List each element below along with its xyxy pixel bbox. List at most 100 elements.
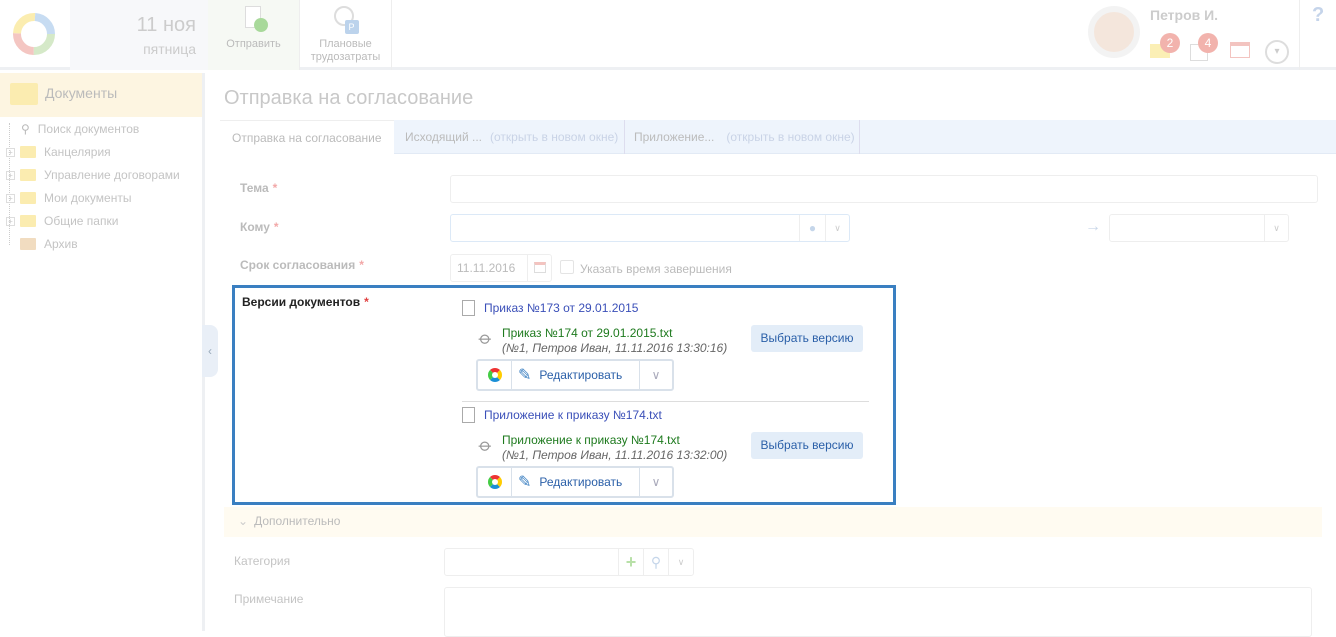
edit-button-group: ✎ Редактировать ∨	[476, 466, 674, 498]
date-day: 11 ноя	[136, 14, 196, 36]
pencil-icon: ✎	[518, 367, 532, 384]
edit-button[interactable]: ✎ Редактировать	[512, 468, 640, 496]
version-meta: (№1, Петров Иван, 11.11.2016 13:30:16)	[502, 341, 728, 355]
search-icon: ⚲	[21, 122, 30, 136]
calendar-icon[interactable]	[1230, 42, 1250, 58]
sidebar-item-label: Поиск документов	[37, 122, 140, 136]
sidebar-item-office[interactable]: + Канцелярия	[6, 142, 111, 162]
open-new-window-link[interactable]: (открыть в новом окне)	[490, 130, 618, 144]
edit-label: Редактировать	[539, 368, 623, 382]
note-textarea[interactable]	[444, 587, 1312, 637]
paperclip-icon: ⌀	[474, 434, 497, 457]
send-document-icon	[240, 6, 268, 34]
sidebar-item-search[interactable]: ⚲ Поиск документов	[6, 119, 139, 139]
chevron-down-icon[interactable]: ∨	[668, 549, 693, 575]
date-panel: 11 ноя пятница	[70, 0, 208, 70]
tab-bar: Отправка на согласование Исходящий ... (о…	[220, 120, 1336, 154]
chevron-down-icon: ⌄	[238, 514, 249, 528]
sidebar-item-label: Мои документы	[44, 191, 132, 205]
folder-icon	[20, 169, 36, 181]
user-name[interactable]: Петров И.	[1150, 7, 1218, 23]
app-logo-icon[interactable]	[0, 0, 70, 70]
sidebar-title: Документы	[45, 85, 118, 101]
expand-icon[interactable]: +	[6, 216, 15, 226]
app-logo-icon[interactable]	[478, 468, 512, 496]
arrow-right-icon: →	[1085, 218, 1101, 235]
redirect-select[interactable]: ∨	[1109, 214, 1289, 242]
document-link[interactable]: Приложение к приказу №174.txt	[484, 408, 662, 422]
edit-button-group: ✎ Редактировать ∨	[476, 359, 674, 391]
tab-send-for-approval[interactable]: Отправка на согласование	[220, 120, 394, 154]
note-label: Примечание	[234, 592, 304, 606]
category-input[interactable]: + ⚲ ∨	[444, 548, 694, 576]
attachment-file-link[interactable]: Приложение к приказу №174.txt	[502, 433, 680, 447]
send-button[interactable]: Отправить	[208, 0, 300, 70]
subject-label: Тема *	[240, 181, 278, 195]
add-icon[interactable]: +	[618, 549, 643, 575]
page-title: Отправка на согласование	[224, 87, 474, 109]
additional-section-toggle[interactable]: ⌄ Дополнительно	[224, 507, 1322, 537]
tab-attachment[interactable]: Приложение... (открыть в новом окне)	[634, 120, 860, 154]
deadline-value: 11.11.2016	[457, 261, 516, 275]
tasks-badge: 4	[1198, 33, 1218, 53]
mail-badge: 2	[1160, 33, 1180, 53]
version-meta: (№1, Петров Иван, 11.11.2016 13:32:00)	[502, 448, 728, 462]
sidebar: Документы ⚲ Поиск документов + Канцелярия …	[0, 73, 205, 631]
to-input[interactable]: ● ∨	[450, 214, 850, 242]
clock-parking-icon: P	[332, 6, 360, 34]
chevron-down-icon[interactable]: ▾	[1265, 40, 1289, 64]
expand-icon[interactable]: +	[6, 147, 15, 157]
edit-label: Редактировать	[539, 475, 623, 489]
divider	[462, 401, 869, 402]
chevron-down-icon[interactable]: ∨	[640, 468, 672, 496]
versions-label: Версии документов *	[242, 295, 369, 309]
search-icon[interactable]: ⚲	[643, 549, 668, 575]
sidebar-item-label: Канцелярия	[44, 145, 111, 159]
set-time-checkbox[interactable]	[560, 260, 574, 274]
sidebar-item-my-documents[interactable]: + Мои документы	[6, 188, 131, 208]
expand-icon[interactable]: +	[6, 170, 15, 180]
avatar[interactable]	[1088, 6, 1140, 58]
date-weekday: пятница	[143, 41, 196, 57]
document-link[interactable]: Приказ №173 от 29.01.2015	[484, 301, 638, 315]
sidebar-header-documents[interactable]: Документы	[0, 73, 202, 117]
chevron-down-icon[interactable]: ∨	[825, 215, 849, 241]
document-versions-section: Версии документов * Приказ №173 от 29.01.…	[232, 285, 896, 505]
tab-label: Приложение...	[634, 130, 715, 144]
select-version-button[interactable]: Выбрать версию	[751, 325, 863, 352]
category-label: Категория	[234, 554, 291, 568]
app-logo-icon[interactable]	[478, 361, 512, 389]
additional-label: Дополнительно	[254, 514, 341, 528]
sidebar-item-label: Общие папки	[44, 214, 119, 228]
folder-icon	[20, 215, 36, 227]
sidebar-item-contracts[interactable]: + Управление договорами	[6, 165, 180, 185]
archive-icon	[20, 238, 36, 250]
help-button[interactable]: ?	[1312, 4, 1324, 27]
file-icon	[462, 300, 475, 316]
set-time-label: Указать время завершения	[580, 262, 732, 276]
chevron-down-icon[interactable]: ∨	[640, 361, 672, 389]
select-version-button[interactable]: Выбрать версию	[751, 432, 863, 459]
top-bar: 11 ноя пятница Отправить P Плановые труд…	[0, 0, 1336, 70]
planned-labor-label: Плановые трудозатраты	[310, 38, 381, 63]
deadline-label: Срок согласования *	[240, 258, 364, 272]
chevron-down-icon[interactable]: ∨	[1264, 215, 1288, 241]
pencil-icon: ✎	[518, 474, 532, 491]
sidebar-item-archive[interactable]: Архив	[6, 234, 78, 254]
expand-icon[interactable]: +	[6, 193, 15, 203]
collapse-sidebar-button[interactable]: ‹	[202, 325, 218, 377]
paperclip-icon: ⌀	[474, 327, 497, 350]
tab-label: Исходящий ...	[405, 130, 483, 144]
subject-input[interactable]	[450, 175, 1318, 203]
user-picker-icon[interactable]: ●	[799, 215, 825, 241]
tab-outgoing[interactable]: Исходящий ... (открыть в новом окне)	[405, 120, 626, 154]
edit-button[interactable]: ✎ Редактировать	[512, 361, 640, 389]
attachment-file-link[interactable]: Приказ №174 от 29.01.2015.txt	[502, 326, 672, 340]
planned-labor-button[interactable]: P Плановые трудозатраты	[300, 0, 392, 70]
calendar-icon[interactable]	[527, 255, 551, 281]
deadline-input[interactable]: 11.11.2016	[450, 254, 552, 282]
divider	[1299, 0, 1300, 70]
file-icon	[462, 407, 475, 423]
sidebar-item-shared-folders[interactable]: + Общие папки	[6, 211, 118, 231]
open-new-window-link[interactable]: (открыть в новом окне)	[726, 130, 854, 144]
